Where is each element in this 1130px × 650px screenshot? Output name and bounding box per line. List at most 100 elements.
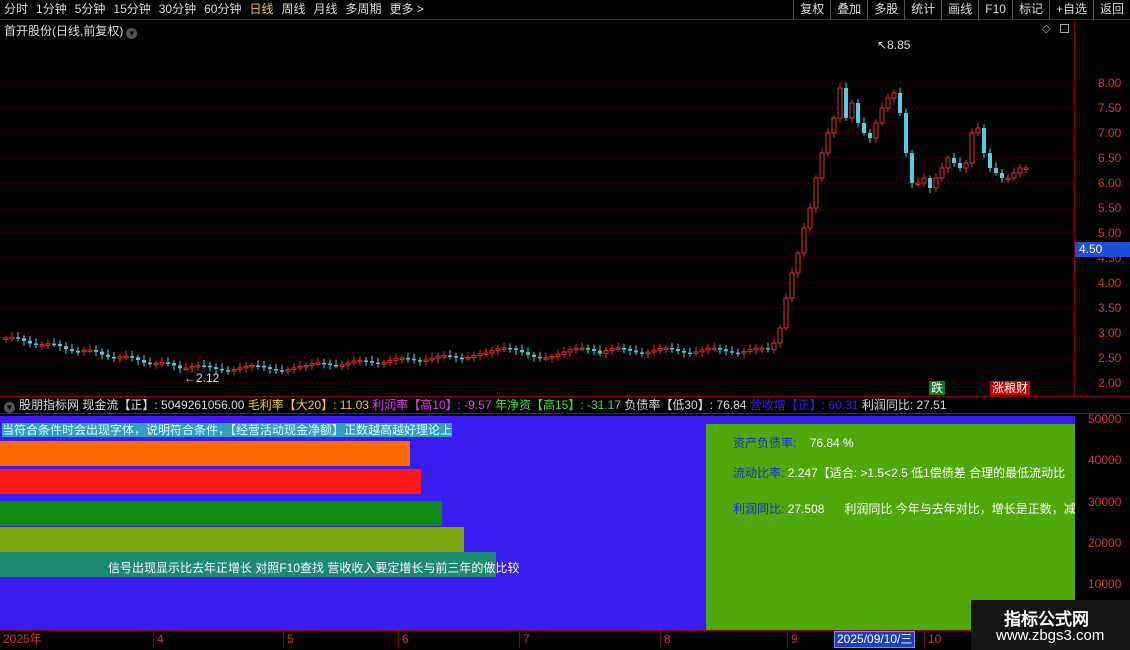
watermark-logo: 指标公式网 www.zbgs3.com [971,600,1130,650]
draw-line-button[interactable]: 画线 [941,0,978,20]
candle-body [9,336,15,340]
candle-body [195,365,201,368]
condition-text-value: 当符合条件时会出现字体，说明符合条件，【经营活动现金净额】正数越高越好理论上 [2,423,453,437]
candle-body [501,347,507,351]
candle-body [609,348,615,351]
condition-text: 当符合条件时会出现字体，说明符合条件，【经营活动现金净额】正数越高越好理论上 [2,423,453,437]
candle-body [705,347,711,351]
candle-body [975,127,981,134]
candle-body [243,365,249,369]
tab-weekly[interactable]: 周线 [281,1,305,18]
fuquan-button[interactable]: 复权 [793,0,830,20]
chevron-down-icon[interactable]: ▼ [126,28,138,39]
candle-body [76,350,80,353]
candle-body [747,349,753,353]
candle-body [651,349,657,353]
stats-button[interactable]: 统计 [904,0,941,20]
candle-body [376,362,380,365]
add-watchlist-button[interactable]: +自选 [1048,0,1093,20]
candle-body [676,349,680,351]
tab-1min[interactable]: 1分钟 [36,1,67,18]
candle-body [448,355,452,358]
candle-body [736,352,740,355]
candle-body [645,351,651,355]
candle-body [801,227,807,254]
candle-body [309,363,315,366]
candle-body [22,338,26,341]
candle-body [87,349,93,353]
tab-5min[interactable]: 5分钟 [75,1,106,18]
candle-body [795,252,801,274]
tab-30min[interactable]: 30分钟 [159,1,196,18]
candle-body [598,350,602,354]
candle-body [579,347,585,351]
candle-body [628,348,632,351]
candle-body [724,349,728,352]
candle-body [172,363,176,366]
candle-body [345,362,351,366]
profit-yoy-value: 27.508 [787,502,825,516]
candle-body [969,132,975,164]
candle-body [231,369,237,372]
tab-60min[interactable]: 60分钟 [204,1,241,18]
candle-body [711,347,717,351]
candle-body [339,364,345,367]
ind-cashflow: 现金流【正】: 5049261056.00 [79,398,248,412]
candle-body [688,352,692,355]
candle-body [423,359,429,363]
candle-body [898,93,902,113]
tab-daily[interactable]: 日线 [249,1,273,18]
date-tick: 7 [519,632,530,648]
back-button[interactable]: 返回 [1092,0,1130,20]
candle-body [274,368,278,371]
ind-roe: 年净资【高15】: -31.17 [494,398,625,412]
candle-body [441,355,447,358]
candle-body [1000,173,1004,178]
candle-body [844,88,848,118]
candle-body [412,358,416,361]
current-price-tag: 4.50 [1075,242,1130,257]
date-tick: 10 [924,632,941,648]
f10-button[interactable]: F10 [978,0,1012,20]
diamond-icon[interactable]: ◇ [1042,22,1050,35]
candle-body [334,364,338,367]
kline-chart[interactable] [0,20,1075,396]
mark-button[interactable]: 标记 [1011,0,1049,20]
candle-body [178,365,182,369]
indicator-header: ▼ 股朋指标网 现金流【正】: 5049261056.00 毛利率【大20】: 1… [0,396,1130,414]
candle-body [123,355,129,359]
price-tick: 4.00 [1098,276,1122,290]
date-tick: 8 [660,632,671,648]
candle-body [249,365,255,368]
candle-body [508,348,512,350]
candle-body [34,343,38,346]
date-tick: 9 [787,632,798,648]
tab-monthly[interactable]: 月线 [314,1,338,18]
kline-canvas [0,82,1075,384]
high-price-value: 8.85 [887,38,911,52]
tab-more[interactable]: 更多 > [390,1,424,18]
candle-body [471,355,477,359]
tab-multi-period[interactable]: 多周期 [346,1,382,18]
candle-body [819,152,825,179]
chevron-down-icon[interactable]: ▼ [4,402,15,413]
indicator-tick: 10000 [1088,577,1122,591]
candle-body [789,272,795,299]
tab-15min[interactable]: 15分钟 [113,1,150,18]
current-ratio-value: 2.247【适合: >1.5<2.5 低1偿债差 合理的最低流动比 [787,466,1066,480]
candle-body [489,350,495,354]
overlay-button[interactable]: 叠加 [830,0,867,20]
candle-body [777,327,783,344]
candle-body [915,182,921,185]
tab-fenshi[interactable]: 分时 [4,1,28,18]
indicator-tick: 50000 [1088,412,1122,426]
price-tick: 2.50 [1098,351,1122,365]
price-tick: 3.00 [1098,326,1122,340]
ind-revenue-growth: 营收增【正】: 60.31 [749,398,862,412]
candle-body [322,362,326,365]
candle-body [483,352,489,355]
candle-body [148,362,152,365]
indicator-tick: 30000 [1088,495,1122,509]
multi-stock-button[interactable]: 多股 [867,0,904,20]
maximize-icon[interactable] [1060,24,1069,33]
